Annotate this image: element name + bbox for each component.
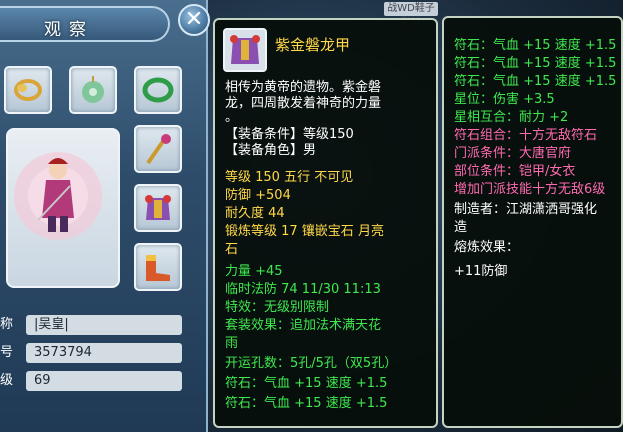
- part-condition: 部位条件：铠甲/女衣: [454, 164, 576, 179]
- character-avatar: [14, 152, 102, 240]
- level-label: 级: [0, 373, 14, 388]
- name-label: 称: [0, 317, 14, 332]
- staff-weapon-icon: [146, 134, 171, 165]
- defense-stat: 防御 +504: [225, 188, 291, 203]
- forge-line: 锻炼等级 17 镶嵌宝石 月亮: [225, 224, 384, 239]
- rune-stone: 符石：气血 +15 速度 +1.5: [454, 74, 617, 89]
- socket-count: 开运孔数：5孔/5孔（双5孔）: [225, 356, 398, 371]
- melt-effect-label: 熔炼效果：: [454, 240, 520, 255]
- sect-condition: 门派条件：大唐官府: [454, 146, 572, 161]
- id-value: 3573794: [26, 343, 182, 363]
- req-gender: 【装备角色】男: [225, 143, 317, 158]
- durability-stat: 耐久度 44: [225, 206, 285, 221]
- level-row: 级 69: [0, 370, 190, 392]
- item-tooltip-continued: 符石：气血 +15 速度 +1.5 符石：气血 +15 速度 +1.5 符石：气…: [442, 16, 623, 428]
- rune-stone: 符石：气血 +15 速度 +1.5: [225, 376, 388, 391]
- rune-combination: 符石组合：十方无敌符石: [454, 128, 598, 143]
- id-label: 号: [0, 345, 14, 360]
- item-tooltip: 紫金磐龙甲 相传为黄帝的遗物。紫金磐 龙，四周散发着神奇的力量 。 【装备条件】…: [213, 18, 438, 428]
- id-row: 号 3573794: [0, 342, 190, 364]
- game-screen: 战WD鞋子影战 观察 ✕: [0, 0, 623, 432]
- equip-slot-bracelet[interactable]: [134, 66, 182, 114]
- star-combination: 星相互合：耐力 +2: [454, 110, 569, 125]
- equip-slot-armor[interactable]: [134, 184, 182, 232]
- equip-slot-weapon[interactable]: [134, 125, 182, 173]
- rune-stone: 符石：气血 +15 速度 +1.5: [454, 38, 617, 53]
- special-effect: 特效：无级别限制: [225, 300, 330, 315]
- observe-panel: 观察 ✕ 称 |吴皇| 号 3573794 级 69: [0, 0, 210, 432]
- character-portrait: [6, 128, 120, 288]
- item-desc-line: 。: [225, 110, 239, 125]
- background-button-text: 战WD鞋子影战: [384, 2, 438, 28]
- req-level: 【装备条件】等级150: [225, 127, 354, 142]
- jade-pendant-icon: [82, 76, 104, 103]
- item-desc-line: 相传为黄帝的遗物。紫金磐: [225, 80, 382, 95]
- star-position: 星位：伤害 +3.5: [454, 92, 555, 107]
- equip-slot-necklace[interactable]: [4, 66, 52, 114]
- forge-line: 石: [225, 242, 239, 257]
- melt-effect-value: +11防御: [454, 264, 508, 279]
- level-element: 等级 150 五行 不可见: [225, 170, 354, 185]
- equip-slot-boots[interactable]: [134, 243, 182, 291]
- observe-title: 观察: [44, 20, 94, 40]
- boots-icon: [146, 255, 170, 281]
- bracelet-icon: [142, 77, 174, 103]
- equip-slot-jade[interactable]: [69, 66, 117, 114]
- observe-title-bar: 观察: [0, 6, 170, 42]
- close-button[interactable]: ✕: [178, 4, 210, 36]
- rune-stone: 符石：气血 +15 速度 +1.5: [454, 56, 617, 71]
- level-value: 69: [26, 371, 182, 391]
- name-row: 称 |吴皇|: [0, 314, 190, 336]
- strength-stat: 力量 +45: [225, 264, 283, 279]
- armor-icon: [230, 35, 260, 64]
- suit-effect: 雨: [225, 336, 239, 351]
- suit-effect: 套装效果：追加法术满天花: [225, 318, 382, 333]
- item-desc-line: 龙，四周散发着神奇的力量: [225, 96, 382, 111]
- rune-stone: 符石：气血 +15 速度 +1.5: [225, 396, 388, 411]
- necklace-icon: [14, 79, 42, 101]
- maker: 制造者：江湖潇洒哥强化: [454, 202, 598, 217]
- maker: 造: [454, 220, 468, 235]
- temp-magic-defense: 临时法防 74 11/30 11:13: [225, 282, 381, 297]
- skill-bonus: 增加门派技能十方无敌6级: [454, 182, 606, 197]
- name-value: |吴皇|: [26, 315, 182, 335]
- item-icon: [223, 28, 267, 72]
- item-name: 紫金磐龙甲: [275, 36, 351, 54]
- armor-icon: [145, 195, 171, 220]
